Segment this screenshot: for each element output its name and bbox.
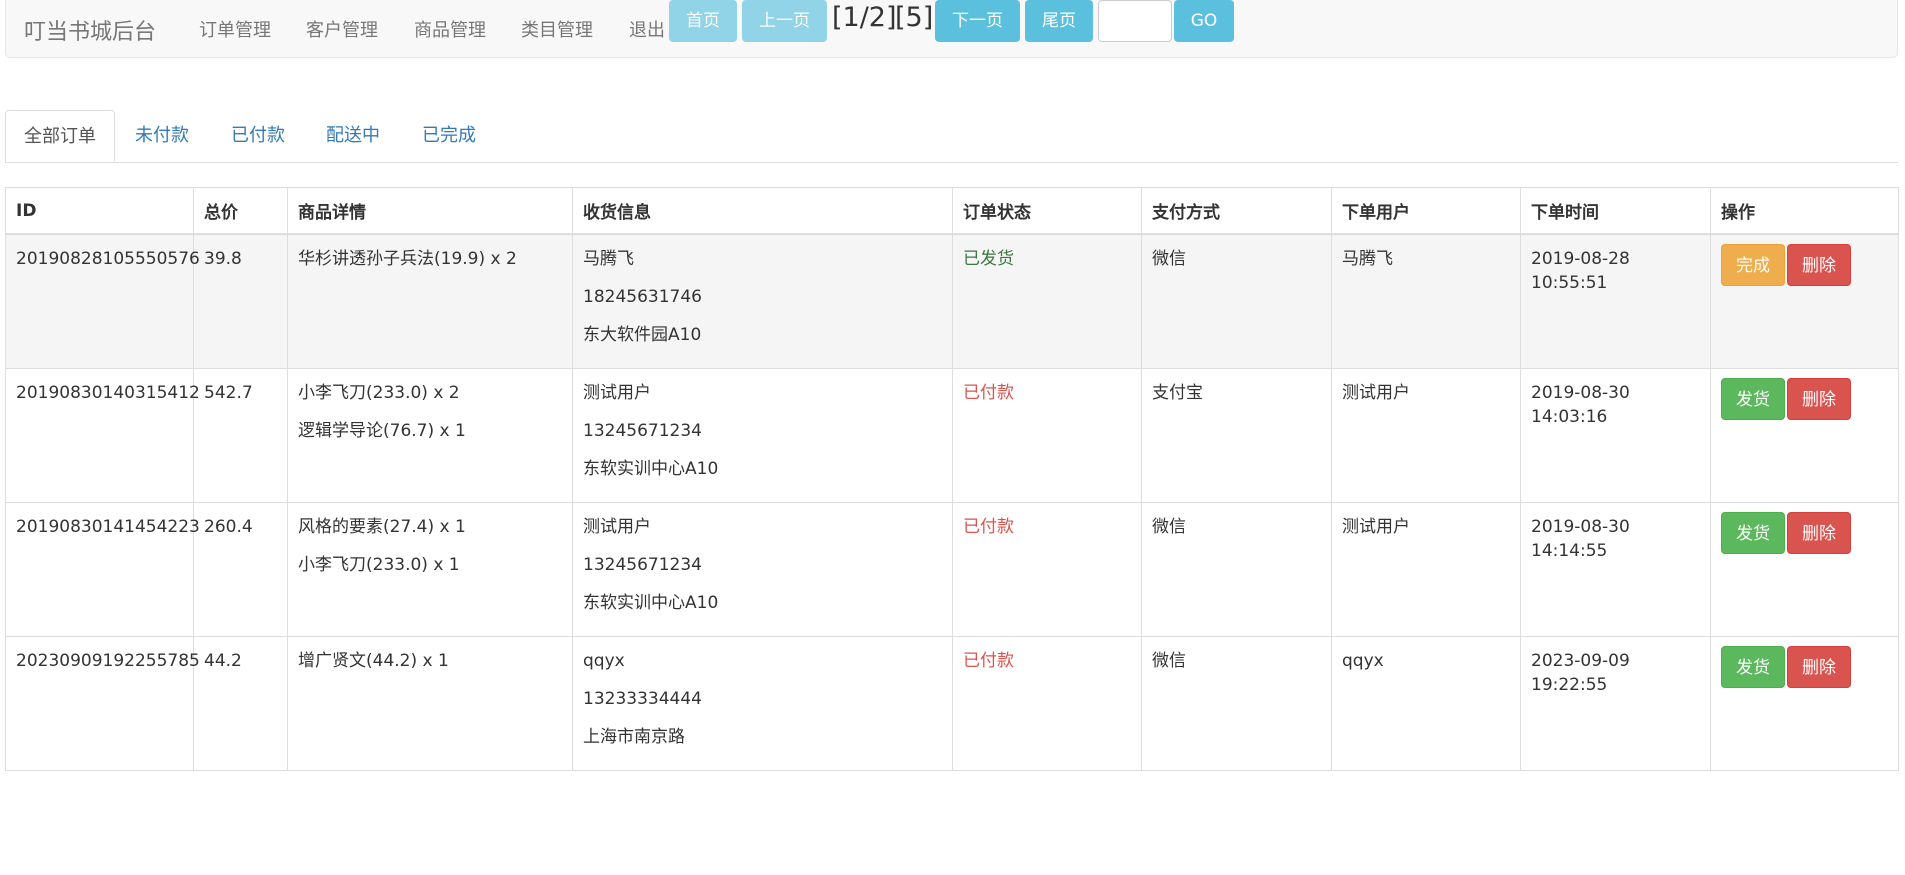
ship-button[interactable]: 发货: [1721, 645, 1785, 688]
order-item: 增广贤文(44.2) x 1: [298, 650, 449, 671]
receiver-phone: 13245671234: [583, 420, 702, 441]
order-id: 20190830141454223: [16, 516, 200, 537]
order-status: 已付款: [963, 382, 1014, 403]
tab-all-orders[interactable]: 全部订单: [5, 110, 115, 162]
order-total: 39.8: [204, 249, 242, 269]
go-button[interactable]: GO: [1174, 0, 1234, 42]
tab-unpaid[interactable]: 未付款: [135, 110, 189, 161]
receiver-name: 测试用户: [583, 516, 651, 537]
page-number-input[interactable]: [1098, 0, 1172, 42]
order-user: qqyx: [1342, 650, 1384, 671]
next-page-button[interactable]: 下一页: [935, 0, 1020, 42]
order-item: 小李飞刀(233.0) x 1: [298, 554, 460, 575]
prev-page-button[interactable]: 上一页: [742, 0, 827, 42]
last-page-button[interactable]: 尾页: [1025, 0, 1093, 42]
delete-button[interactable]: 删除: [1787, 244, 1851, 286]
col-header-status: 订单状态: [952, 187, 1142, 235]
table-row: 20190830141454223 260.4 风格的要素(27.4) x 1 …: [5, 501, 1899, 637]
table-row: 20190830140315412 542.7 小李飞刀(233.0) x 2 …: [5, 367, 1899, 503]
order-id: 20190828105550576: [16, 249, 200, 269]
receiver-address: 东软实训中心A10: [583, 592, 719, 613]
order-item: 小李飞刀(233.0) x 2: [298, 382, 460, 403]
order-status: 已发货: [963, 249, 1014, 269]
order-status: 已付款: [963, 516, 1014, 537]
order-time: 2019-08-30 14:14:55: [1531, 516, 1630, 561]
order-item: 风格的要素(27.4) x 1: [298, 516, 466, 537]
receiver-name: 马腾飞: [583, 249, 634, 269]
row-actions: 发货 删除: [1721, 377, 1888, 420]
total-count: [5]: [895, 2, 934, 33]
ship-button[interactable]: 发货: [1721, 511, 1785, 554]
receiver-name: 测试用户: [583, 382, 651, 403]
table-row: 20190828105550576 39.8 华杉讲透孙子兵法(19.9) x …: [5, 233, 1899, 369]
col-header-user: 下单用户: [1331, 187, 1521, 235]
order-time: 2019-08-28 10:55:51: [1531, 249, 1630, 293]
receiver-phone: 13245671234: [583, 554, 702, 575]
order-time: 2023-09-09 19:22:55: [1531, 650, 1630, 695]
receiver-address: 东软实训中心A10: [583, 458, 719, 479]
page-indicator: [1/2]: [832, 2, 897, 33]
receiver-name: qqyx: [583, 650, 625, 671]
row-actions: 发货 删除: [1721, 511, 1888, 554]
payment-method: 支付宝: [1152, 382, 1203, 403]
order-user: 测试用户: [1342, 382, 1410, 403]
nav-category-management[interactable]: 类目管理: [521, 16, 593, 42]
order-time: 2019-08-30 14:03:16: [1531, 382, 1630, 427]
order-id: 20190830140315412: [16, 382, 200, 403]
ship-button[interactable]: 发货: [1721, 377, 1785, 420]
receiver-phone: 13233334444: [583, 688, 702, 709]
nav-logout[interactable]: 退出: [629, 16, 665, 42]
brand-title[interactable]: 叮当书城后台: [24, 14, 156, 46]
tab-completed[interactable]: 已完成: [422, 110, 476, 161]
order-item: 华杉讲透孙子兵法(19.9) x 2: [298, 249, 517, 269]
table-row: 20230909192255785 44.2 增广贤文(44.2) x 1 qq…: [5, 635, 1899, 771]
col-header-time: 下单时间: [1520, 187, 1711, 235]
col-header-total: 总价: [193, 187, 288, 235]
order-total: 44.2: [204, 650, 242, 671]
col-header-shipping: 收货信息: [572, 187, 953, 235]
row-actions: 发货 删除: [1721, 645, 1888, 688]
delete-button[interactable]: 删除: [1787, 511, 1851, 554]
nav-order-management[interactable]: 订单管理: [199, 16, 271, 42]
first-page-button[interactable]: 首页: [669, 0, 737, 42]
receiver-phone: 18245631746: [583, 287, 702, 307]
payment-method: 微信: [1152, 650, 1186, 671]
order-status-tabs: 全部订单 未付款 已付款 配送中 已完成: [5, 110, 1898, 163]
col-header-items: 商品详情: [287, 187, 573, 235]
order-total: 542.7: [204, 382, 253, 403]
tab-paid[interactable]: 已付款: [231, 110, 285, 161]
payment-method: 微信: [1152, 516, 1186, 537]
orders-table: ID 总价 商品详情 收货信息 订单状态 支付方式 下单用户 下单时间 操作 2…: [5, 187, 1899, 771]
table-header-row: ID 总价 商品详情 收货信息 订单状态 支付方式 下单用户 下单时间 操作: [5, 187, 1899, 235]
order-item: 逻辑学导论(76.7) x 1: [298, 420, 466, 441]
receiver-address: 上海市南京路: [583, 726, 685, 747]
delete-button[interactable]: 删除: [1787, 377, 1851, 420]
delete-button[interactable]: 删除: [1787, 645, 1851, 688]
row-actions: 完成 删除: [1721, 244, 1888, 286]
order-id: 20230909192255785: [16, 650, 200, 671]
nav-customer-management[interactable]: 客户管理: [306, 16, 378, 42]
order-status: 已付款: [963, 650, 1014, 671]
col-header-id: ID: [5, 187, 194, 235]
order-total: 260.4: [204, 516, 253, 537]
col-header-payment: 支付方式: [1141, 187, 1332, 235]
receiver-address: 东大软件园A10: [583, 325, 702, 345]
nav-product-management[interactable]: 商品管理: [414, 16, 486, 42]
col-header-actions: 操作: [1710, 187, 1899, 235]
order-user: 测试用户: [1342, 516, 1410, 537]
order-user: 马腾飞: [1342, 249, 1393, 269]
complete-button[interactable]: 完成: [1721, 244, 1785, 286]
payment-method: 微信: [1152, 249, 1186, 269]
tab-shipping[interactable]: 配送中: [326, 110, 380, 161]
